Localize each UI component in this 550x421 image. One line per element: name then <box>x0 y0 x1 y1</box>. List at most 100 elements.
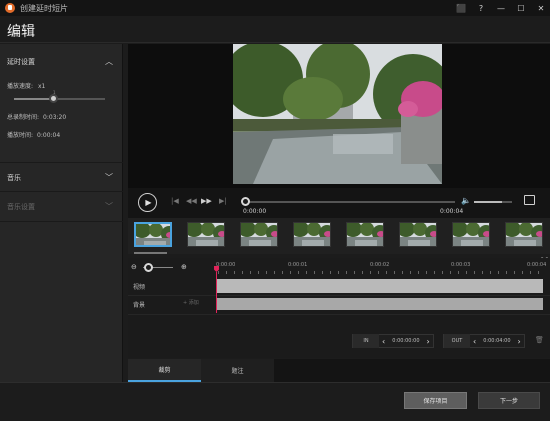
step-forward-icon[interactable]: ▶▶ <box>201 197 212 205</box>
ruler-tick <box>490 271 491 274</box>
out-time[interactable]: 0:00:04:00 <box>479 334 514 348</box>
out-point-control: OUT ‹ 0:00:04:00 › <box>443 334 525 348</box>
ruler-tick <box>450 271 451 274</box>
ruler-tick <box>426 271 427 274</box>
ruler-tick <box>482 271 483 274</box>
next-button[interactable]: 下一步 <box>478 392 540 409</box>
speed-slider-knob[interactable] <box>49 94 58 103</box>
ruler-tick <box>418 271 419 274</box>
volume-fill <box>474 201 502 203</box>
playhead-line <box>216 272 217 313</box>
ruler-tick <box>314 271 315 274</box>
end-time: 0:00:04 <box>440 208 464 215</box>
maximize-icon[interactable]: ☐ <box>516 4 526 13</box>
park-scene-image <box>233 44 442 184</box>
window-title: 创建延时短片 <box>20 3 68 13</box>
thumbnail-frame[interactable] <box>346 222 384 247</box>
chevron-right-icon[interactable]: › <box>424 337 433 346</box>
music-settings-section-header: 音乐设置 ﹀ <box>0 192 123 222</box>
ruler-tick <box>266 271 267 274</box>
chevron-right-icon[interactable]: › <box>515 337 524 346</box>
ruler-tick <box>298 271 299 274</box>
ruler-label: 0:00:03 <box>451 262 471 268</box>
timelapse-section-header[interactable]: 延时设置 ︿ <box>0 47 123 79</box>
ruler-tick <box>386 271 387 274</box>
thumbnail-frame[interactable] <box>187 222 225 247</box>
scrub-knob[interactable] <box>241 197 250 206</box>
thumbnail-frame[interactable] <box>134 222 172 247</box>
play-button[interactable]: ▶ <box>138 193 157 212</box>
video-preview[interactable] <box>233 44 442 184</box>
ruler-label: 0:00:04 <box>527 262 547 268</box>
scrub-bar[interactable] <box>243 201 455 203</box>
ruler-tick <box>218 271 219 274</box>
ruler-tick <box>498 271 499 274</box>
chevron-left-icon[interactable]: ‹ <box>470 337 479 346</box>
help-icon[interactable]: ? <box>476 4 486 13</box>
ruler-tick <box>522 271 523 274</box>
ruler-tick <box>458 271 459 274</box>
ruler-tick <box>346 271 347 274</box>
chevron-up-icon: ︿ <box>105 57 113 66</box>
thumbnail-scrollbar[interactable] <box>134 252 167 254</box>
ruler-tick <box>282 271 283 274</box>
ruler-tick <box>234 271 235 274</box>
ruler-tick <box>354 271 355 274</box>
zoom-knob[interactable] <box>144 263 153 272</box>
tab-trim[interactable]: 裁剪 <box>128 359 201 382</box>
skip-start-icon[interactable]: |◀ <box>171 197 179 205</box>
tab-caption[interactable]: 题注 <box>201 359 274 382</box>
zoom-in-icon[interactable]: ⊕ <box>181 263 187 271</box>
music-settings-label: 音乐设置 <box>7 203 35 211</box>
window-controls: ⬛ ? — ☐ ✕ <box>456 0 546 16</box>
speed-value: x1 <box>37 83 46 90</box>
ruler-tick <box>330 271 331 274</box>
in-point-control: IN ‹ 0:00:00:00 › <box>352 334 434 348</box>
ruler-tick <box>370 271 371 274</box>
thumbnail-frame[interactable] <box>452 222 490 247</box>
trash-icon[interactable]: 🗑 <box>535 336 544 344</box>
ruler-tick <box>442 271 443 274</box>
toolbox-icon[interactable]: ⬛ <box>456 4 466 13</box>
minimize-icon[interactable]: — <box>496 4 506 13</box>
app-window: 创建延时短片 ⬛ ? — ☐ ✕ 编辑 延时设置 ︿ 播放速度: x1 1 总录… <box>0 0 550 421</box>
total-record-time: 总录制时间: 0:03:20 <box>7 114 67 121</box>
thumbnail-frame[interactable] <box>399 222 437 247</box>
audio-track-label: 背景 <box>133 302 146 309</box>
ruler-tick <box>514 271 515 274</box>
save-project-button[interactable]: 保存项目 <box>404 392 467 409</box>
speed-slider-track[interactable] <box>14 98 105 100</box>
step-back-icon[interactable]: ◀◀ <box>186 197 197 205</box>
title-bar: 创建延时短片 ⬛ ? — ☐ ✕ <box>0 0 550 16</box>
thumbnail-frame[interactable] <box>240 222 278 247</box>
ruler-label: 0:00:02 <box>370 262 390 268</box>
ruler-tick <box>530 271 531 274</box>
ruler-tick <box>306 271 307 274</box>
ruler-tick <box>290 271 291 274</box>
ruler-tick <box>274 271 275 274</box>
music-section-header[interactable]: 音乐 ﹀ <box>0 162 123 192</box>
ruler-tick <box>362 271 363 274</box>
close-icon[interactable]: ✕ <box>536 4 546 13</box>
ruler-tick <box>538 271 539 274</box>
add-audio-button[interactable]: + 添加 <box>183 299 199 306</box>
footer <box>0 382 550 421</box>
zoom-out-icon[interactable]: ⊖ <box>131 263 137 271</box>
volume-icon[interactable]: 🔈 <box>461 196 471 205</box>
video-clip[interactable] <box>217 279 543 293</box>
chevron-down-icon: ﹀ <box>105 202 113 211</box>
ruler-tick <box>322 271 323 274</box>
audio-clip[interactable] <box>217 298 543 310</box>
play-time: 播放时间: 0:00:04 <box>7 132 61 139</box>
skip-end-icon[interactable]: ▶| <box>219 197 227 205</box>
ruler-tick <box>402 271 403 274</box>
ruler-tick <box>338 271 339 274</box>
chevron-left-icon[interactable]: ‹ <box>379 337 388 346</box>
in-time[interactable]: 0:00:00:00 <box>388 334 423 348</box>
ruler-tick <box>226 271 227 274</box>
fullscreen-icon[interactable] <box>524 195 535 205</box>
current-time: 0:00:00 <box>243 208 267 215</box>
speed-label: 播放速度: x1 <box>7 83 46 90</box>
thumbnail-frame[interactable] <box>293 222 331 247</box>
thumbnail-frame[interactable] <box>505 222 543 247</box>
